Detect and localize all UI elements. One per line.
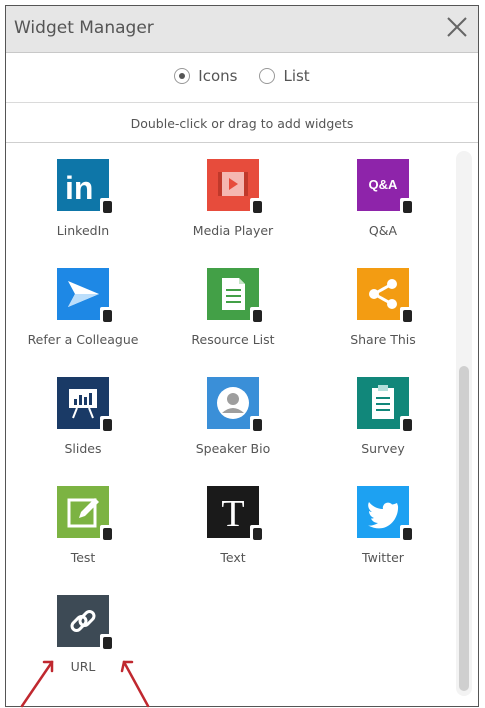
mobile-icon — [250, 307, 265, 325]
list-radio-option[interactable]: List — [259, 67, 310, 85]
qa-icon: Q&A — [357, 159, 415, 216]
widget-manager-panel: Widget Manager Icons List Double-click o… — [5, 5, 479, 707]
widget-label: Speaker Bio — [195, 441, 271, 456]
close-icon[interactable] — [442, 12, 472, 42]
mobile-icon — [100, 525, 115, 543]
scrollbar-thumb[interactable] — [459, 366, 469, 691]
widget-survey[interactable]: Survey — [308, 363, 458, 463]
mobile-icon — [100, 198, 115, 216]
widget-label: Survey — [361, 441, 405, 456]
scrollbar-track[interactable] — [456, 151, 472, 696]
widget-twitter[interactable]: Twitter — [308, 472, 458, 572]
widget-label: Twitter — [362, 550, 404, 565]
title-bar: Widget Manager — [6, 6, 478, 53]
clipboard-icon — [357, 377, 415, 434]
widget-linkedin[interactable]: in LinkedIn — [8, 145, 158, 245]
text-icon: T — [207, 486, 265, 543]
widget-label: Q&A — [368, 223, 398, 238]
widget-label: Share This — [350, 332, 416, 347]
widget-share-this[interactable]: Share This — [308, 254, 458, 354]
widget-speaker-bio[interactable]: Speaker Bio — [158, 363, 308, 463]
widget-label: Test — [70, 550, 96, 565]
svg-text:T: T — [221, 493, 244, 535]
mobile-icon — [400, 198, 415, 216]
svg-text:Q&A: Q&A — [369, 177, 399, 192]
share-icon — [357, 268, 415, 325]
list-label: List — [283, 67, 310, 85]
widget-label: LinkedIn — [56, 223, 110, 238]
widget-label: Media Player — [192, 223, 274, 238]
widget-label: URL — [70, 659, 96, 674]
icons-label: Icons — [198, 67, 238, 85]
svg-text:in: in — [65, 170, 93, 206]
view-toggle: Icons List — [6, 64, 478, 88]
edit-icon — [57, 486, 115, 543]
list-radio[interactable] — [259, 68, 276, 84]
media-player-icon — [207, 159, 265, 216]
widget-label: Refer a Colleague — [27, 332, 139, 347]
widget-media-player[interactable]: Media Player — [158, 145, 308, 245]
widget-resource-list[interactable]: Resource List — [158, 254, 308, 354]
paper-plane-icon — [57, 268, 115, 325]
widget-url[interactable]: URL — [8, 581, 158, 681]
mobile-icon — [250, 198, 265, 216]
mobile-icon — [100, 307, 115, 325]
mobile-icon — [400, 307, 415, 325]
document-icon — [207, 268, 265, 325]
link-icon — [57, 595, 115, 652]
icons-radio[interactable] — [174, 68, 191, 84]
widget-qa[interactable]: Q&A Q&A — [308, 145, 458, 245]
mobile-icon — [100, 634, 115, 652]
twitter-icon — [357, 486, 415, 543]
divider — [6, 102, 478, 103]
widget-refer-a-colleague[interactable]: Refer a Colleague — [8, 254, 158, 354]
mobile-icon — [250, 416, 265, 434]
linkedin-icon: in — [57, 159, 115, 216]
window-title: Widget Manager — [14, 18, 154, 38]
presentation-icon — [57, 377, 115, 434]
widget-test[interactable]: Test — [8, 472, 158, 572]
mobile-icon — [400, 416, 415, 434]
widget-label: Resource List — [191, 332, 275, 347]
widget-slides[interactable]: Slides — [8, 363, 158, 463]
widget-label: Text — [220, 550, 246, 565]
hint-text: Double-click or drag to add widgets — [130, 116, 354, 131]
icons-radio-option[interactable]: Icons — [174, 67, 237, 85]
divider — [6, 142, 478, 143]
widget-text[interactable]: T Text — [158, 472, 308, 572]
mobile-icon — [100, 416, 115, 434]
mobile-icon — [400, 525, 415, 543]
widget-grid: in LinkedIn Media Player Q&A Q&A Refer a… — [8, 145, 458, 702]
mobile-icon — [250, 525, 265, 543]
person-icon — [207, 377, 265, 434]
widget-label: Slides — [64, 441, 102, 456]
